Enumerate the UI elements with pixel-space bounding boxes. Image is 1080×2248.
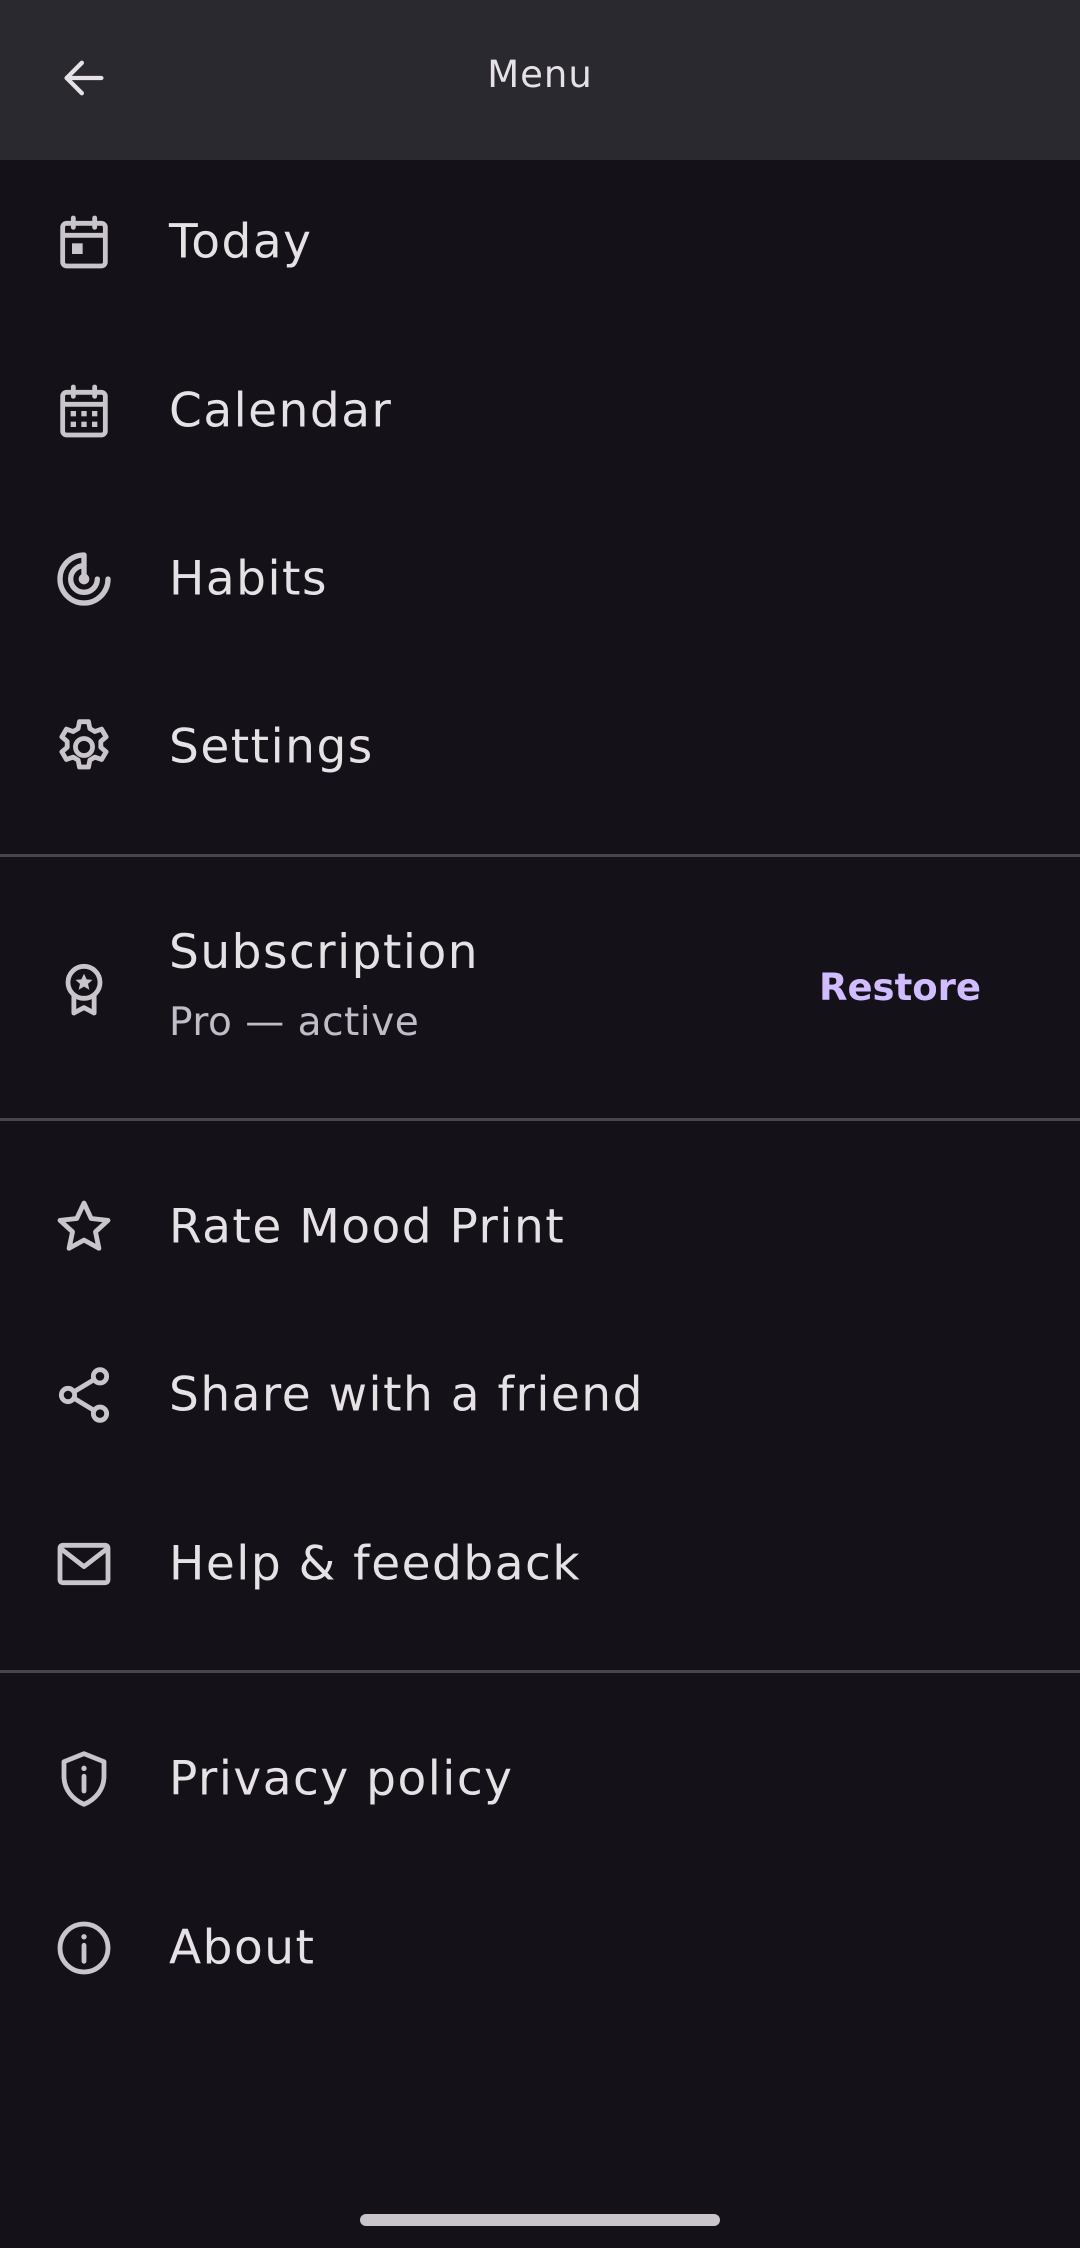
menu-item-label: Today <box>169 214 313 270</box>
menu-item-label: Rate Mood Print <box>169 1199 566 1255</box>
menu-item-share[interactable]: Share with a friend <box>0 1311 1080 1479</box>
privacy-shield-icon <box>48 1743 120 1815</box>
share-icon <box>48 1359 120 1431</box>
menu-item-label: Privacy policy <box>169 1751 514 1807</box>
habits-target-icon <box>48 543 120 615</box>
section-divider <box>0 854 1080 857</box>
menu-item-help[interactable]: Help & feedback <box>0 1480 1080 1648</box>
menu-item-today[interactable]: Today <box>0 158 1080 326</box>
subscription-status: Pro — active <box>169 1000 420 1045</box>
menu-screen: Menu Today Calendar Habits Settings Subs… <box>0 0 1080 2248</box>
mail-icon <box>48 1528 120 1600</box>
section-divider <box>0 1118 1080 1121</box>
star-icon <box>48 1191 120 1263</box>
home-indicator[interactable] <box>360 2214 720 2226</box>
page-title: Menu <box>487 53 593 96</box>
info-icon <box>48 1912 120 1984</box>
menu-item-label: Settings <box>169 719 374 775</box>
menu-item-label: Habits <box>169 551 328 607</box>
menu-item-about[interactable]: About <box>0 1864 1080 2032</box>
menu-item-label: Help & feedback <box>169 1536 582 1592</box>
menu-item-label: Share with a friend <box>169 1367 644 1423</box>
subscription-title: Subscription <box>169 925 480 980</box>
menu-item-label: About <box>169 1920 316 1976</box>
award-badge-icon <box>48 953 120 1025</box>
menu-item-habits[interactable]: Habits <box>0 495 1080 663</box>
menu-item-label: Calendar <box>169 383 393 439</box>
menu-item-settings[interactable]: Settings <box>0 663 1080 831</box>
calendar-today-icon <box>48 206 120 278</box>
top-app-bar: Menu <box>0 0 1080 160</box>
menu-item-calendar[interactable]: Calendar <box>0 327 1080 495</box>
section-divider <box>0 1670 1080 1673</box>
gear-icon <box>48 711 120 783</box>
menu-item-privacy[interactable]: Privacy policy <box>0 1695 1080 1863</box>
calendar-month-icon <box>48 375 120 447</box>
restore-button[interactable]: Restore <box>810 950 990 1024</box>
menu-item-rate[interactable]: Rate Mood Print <box>0 1143 1080 1311</box>
